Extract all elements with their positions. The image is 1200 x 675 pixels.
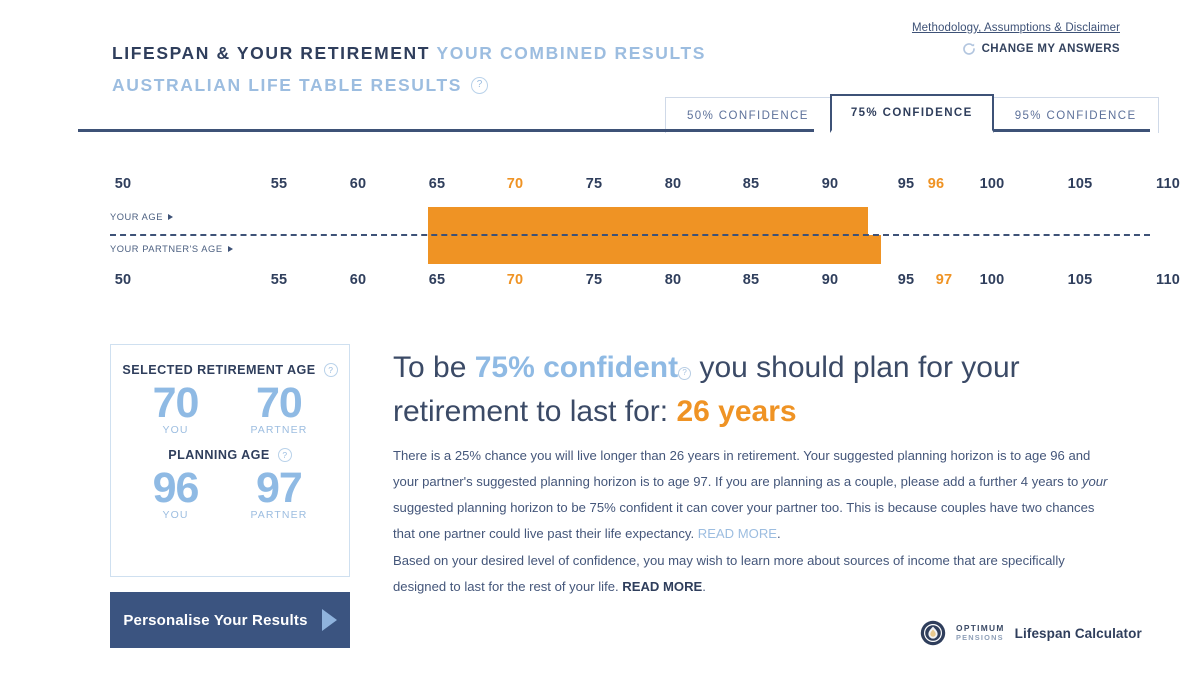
your-age-label-text: YOUR AGE: [110, 212, 163, 222]
tick-top-105: 105: [1067, 176, 1093, 192]
age-scale-chart: 50 55 60 65 70 75 80 85 90 95 96 100 105…: [78, 170, 1180, 295]
refresh-icon: [962, 42, 976, 56]
age-axis-dashed-line: [110, 234, 1150, 236]
page-subtitle: AUSTRALIAN LIFE TABLE RESULTS: [112, 75, 463, 95]
tab-75-confidence[interactable]: 75% CONFIDENCE: [829, 94, 994, 133]
tick-bottom-85: 85: [742, 272, 760, 288]
results-headline: To be 75% confident? you should plan for…: [393, 344, 1093, 434]
tick-top-100: 100: [979, 176, 1005, 192]
tick-top-75: 75: [585, 176, 603, 192]
page-title-block: LIFESPAN & YOUR RETIREMENT YOUR COMBINED…: [112, 40, 706, 98]
your-age-row-label: YOUR AGE: [110, 212, 173, 222]
help-icon-confidence[interactable]: ?: [678, 366, 692, 380]
change-my-answers-button[interactable]: CHANGE MY ANSWERS: [912, 42, 1120, 56]
planning-age-values: 96 YOU 97 PARTNER: [111, 464, 349, 521]
page-title-primary: LIFESPAN & YOUR RETIREMENT: [112, 43, 431, 63]
headline-years: 26 years: [676, 395, 797, 428]
tick-top-50: 50: [114, 176, 132, 192]
retirement-age-partner-block: 70 PARTNER: [250, 379, 307, 436]
tick-bottom-95: 95: [897, 272, 915, 288]
tick-bottom-70: 70: [506, 272, 524, 288]
page-title-secondary: YOUR COMBINED RESULTS: [436, 43, 707, 63]
help-icon-subtitle[interactable]: ?: [471, 76, 489, 94]
read-more-link-1[interactable]: READ MORE: [698, 526, 777, 541]
retirement-age-you-block: 70 YOU: [152, 379, 200, 436]
results-summary-card: SELECTED RETIREMENT AGE ? 70 YOU 70 PART…: [110, 344, 350, 577]
partner-age-label-text: YOUR PARTNER'S AGE: [110, 244, 223, 254]
planning-age-you-block: 96 YOU: [152, 464, 200, 521]
age-ticks-top: 50 55 60 65 70 75 80 85 90 95 96 100 105…: [78, 176, 1180, 198]
partner-age-bar: [428, 235, 881, 264]
caret-right-icon-you: [167, 214, 173, 220]
selected-retirement-age-heading: SELECTED RETIREMENT AGE ?: [111, 363, 349, 377]
planning-age-you-value: 96: [152, 464, 200, 512]
brand-footer: OPTIMUM PENSIONS Lifespan Calculator: [920, 620, 1142, 646]
brand-line-2: PENSIONS: [956, 633, 1004, 642]
p2-text-a: Based on your desired level of confidenc…: [393, 553, 1065, 594]
tick-bottom-65: 65: [428, 272, 446, 288]
tick-bottom-partner-end: 97: [935, 272, 953, 288]
retirement-age-you-value: 70: [152, 379, 200, 427]
retirement-age-partner-label: PARTNER: [250, 424, 308, 436]
tick-top-your-end: 96: [927, 176, 945, 192]
optimum-pensions-wordmark: OPTIMUM PENSIONS: [956, 624, 1005, 642]
planning-age-label: PLANNING AGE: [168, 448, 270, 462]
tick-bottom-55: 55: [270, 272, 288, 288]
tick-bottom-50: 50: [114, 272, 132, 288]
retirement-age-values: 70 YOU 70 PARTNER: [111, 379, 349, 436]
read-more-link-2[interactable]: READ MORE: [622, 579, 702, 594]
tick-bottom-105: 105: [1067, 272, 1093, 288]
your-age-bar: [428, 207, 868, 235]
explanation-paragraph-1: There is a 25% chance you will live long…: [393, 443, 1109, 547]
tick-top-85: 85: [742, 176, 760, 192]
headline-part1: To be: [393, 351, 475, 384]
tick-bottom-90: 90: [821, 272, 839, 288]
product-name: Lifespan Calculator: [1014, 625, 1142, 641]
tick-top-110: 110: [1156, 176, 1180, 192]
tick-bottom-75: 75: [585, 272, 603, 288]
lifespan-calculator-page: Methodology, Assumptions & Disclaimer CH…: [0, 0, 1200, 675]
help-icon-retirement-age[interactable]: ?: [323, 363, 338, 377]
tick-bottom-80: 80: [664, 272, 682, 288]
change-my-answers-label: CHANGE MY ANSWERS: [981, 43, 1120, 55]
tab-95-confidence[interactable]: 95% CONFIDENCE: [992, 97, 1159, 133]
tick-top-80: 80: [664, 176, 682, 192]
p1-italic: your: [1081, 474, 1108, 489]
partner-age-row-label: YOUR PARTNER'S AGE: [110, 244, 233, 254]
personalise-results-label: Personalise Your Results: [123, 611, 308, 629]
planning-age-partner-value: 97: [256, 464, 303, 512]
brand-line-1: OPTIMUM: [956, 623, 1005, 633]
header-links: Methodology, Assumptions & Disclaimer CH…: [912, 22, 1120, 56]
tick-top-70: 70: [506, 176, 524, 192]
tick-bottom-60: 60: [349, 272, 367, 288]
tick-bottom-100: 100: [979, 272, 1005, 288]
p1-text-a: There is a 25% chance you will live long…: [393, 448, 1091, 489]
age-ticks-bottom: 50 55 60 65 70 75 80 85 90 95 97 100 105…: [78, 272, 1180, 294]
p1-period: .: [777, 526, 781, 541]
selected-retirement-age-label: SELECTED RETIREMENT AGE: [122, 363, 316, 377]
optimum-pensions-logo-icon: [920, 620, 946, 646]
tick-top-60: 60: [349, 176, 367, 192]
tick-top-55: 55: [270, 176, 288, 192]
tick-top-95: 95: [897, 176, 915, 192]
retirement-age-partner-value: 70: [256, 379, 303, 427]
planning-age-partner-label: PARTNER: [250, 509, 308, 521]
arrow-right-icon: [321, 609, 337, 631]
tick-top-90: 90: [821, 176, 839, 192]
p2-period: .: [702, 579, 706, 594]
confidence-tabs: 50% CONFIDENCE 75% CONFIDENCE 95% CONFID…: [665, 94, 1159, 133]
help-icon-planning-age[interactable]: ?: [277, 448, 292, 462]
tab-50-confidence[interactable]: 50% CONFIDENCE: [665, 97, 831, 133]
tick-top-65: 65: [428, 176, 446, 192]
explanation-paragraph-2: Based on your desired level of confidenc…: [393, 548, 1109, 600]
tick-bottom-110: 110: [1156, 272, 1180, 288]
planning-age-partner-block: 97 PARTNER: [250, 464, 307, 521]
planning-age-heading: PLANNING AGE ?: [111, 448, 349, 462]
page-subtitle-row: AUSTRALIAN LIFE TABLE RESULTS ?: [112, 72, 706, 98]
personalise-results-button[interactable]: Personalise Your Results: [110, 592, 350, 648]
page-title: LIFESPAN & YOUR RETIREMENT YOUR COMBINED…: [112, 40, 706, 66]
methodology-link[interactable]: Methodology, Assumptions & Disclaimer: [912, 22, 1120, 34]
caret-right-icon-partner: [227, 246, 233, 252]
headline-confidence: 75% confident: [474, 351, 679, 384]
